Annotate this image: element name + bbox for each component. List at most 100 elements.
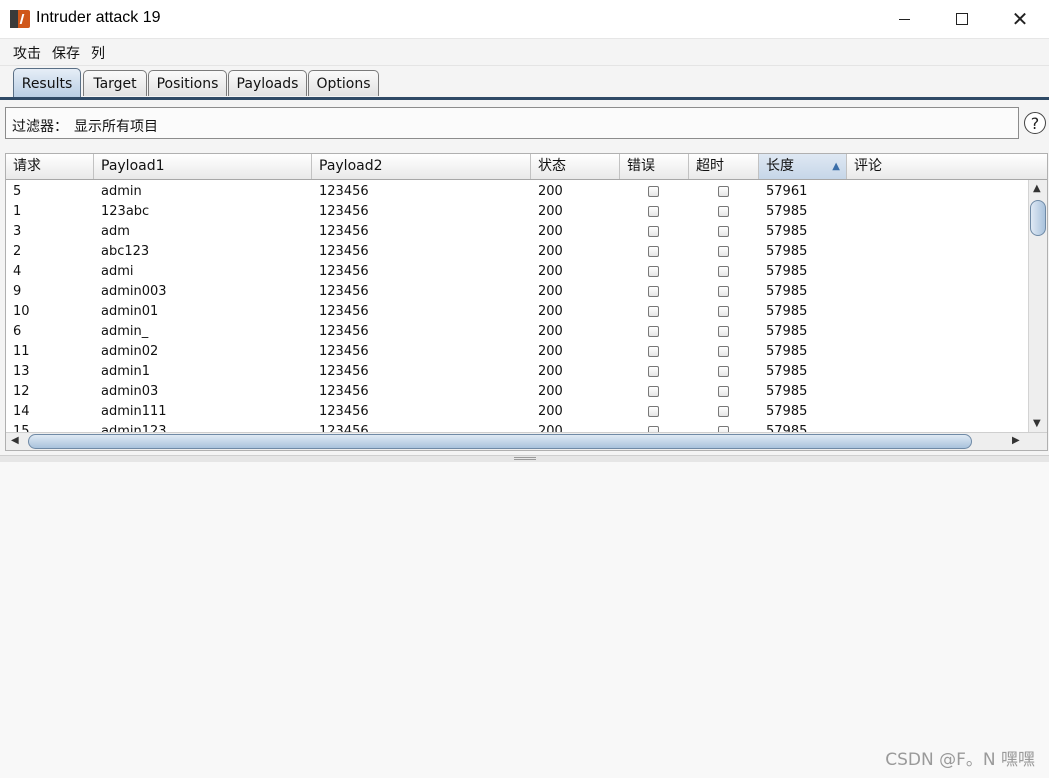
cell-request: 5 — [13, 184, 22, 199]
menu-save[interactable]: 保存 — [52, 43, 80, 63]
timeout-checkbox — [718, 286, 729, 297]
cell-length: 57985 — [766, 424, 808, 432]
error-checkbox — [648, 186, 659, 197]
timeout-checkbox — [718, 366, 729, 377]
cell-request: 12 — [13, 384, 30, 399]
cell-status: 200 — [538, 244, 563, 259]
error-checkbox — [648, 366, 659, 377]
scroll-up-icon[interactable]: ▲ — [1033, 183, 1041, 194]
tab-results[interactable]: Results — [13, 68, 81, 98]
help-icon[interactable]: ? — [1024, 112, 1046, 134]
table-row[interactable]: 6 admin_ 123456 200 57985 — [6, 322, 1027, 342]
table-row[interactable]: 5 admin 123456 200 57961 — [6, 182, 1027, 202]
cell-payload2: 123456 — [319, 264, 369, 279]
column-header-timeout[interactable]: 超时 — [689, 154, 759, 179]
table-row[interactable]: 3 adm 123456 200 57985 — [6, 222, 1027, 242]
burp-app-icon — [10, 10, 30, 28]
cell-payload1: abc123 — [101, 244, 150, 259]
cell-status: 200 — [538, 324, 563, 339]
menu-attack[interactable]: 攻击 — [13, 43, 41, 63]
cell-length: 57985 — [766, 284, 808, 299]
cell-status: 200 — [538, 204, 563, 219]
table-row[interactable]: 14 admin111 123456 200 57985 — [6, 402, 1027, 422]
cell-request: 15 — [13, 424, 30, 432]
watermark: CSDN @F。N 嘿嘿 — [885, 750, 1035, 770]
cell-status: 200 — [538, 184, 563, 199]
column-header-request[interactable]: 请求 — [6, 154, 94, 179]
cell-payload2: 123456 — [319, 304, 369, 319]
column-header-length[interactable]: 长度 ▲ — [759, 154, 847, 179]
cell-payload1: admin111 — [101, 404, 167, 419]
cell-length: 57985 — [766, 344, 808, 359]
scroll-down-icon[interactable]: ▼ — [1033, 418, 1041, 429]
cell-payload2: 123456 — [319, 284, 369, 299]
table-row[interactable]: 1 123abc 123456 200 57985 — [6, 202, 1027, 222]
tab-positions[interactable]: Positions — [148, 70, 227, 96]
cell-status: 200 — [538, 284, 563, 299]
tab-options[interactable]: Options — [308, 70, 379, 96]
table-row[interactable]: 10 admin01 123456 200 57985 — [6, 302, 1027, 322]
menu-bar: 攻击 保存 列 — [0, 39, 1049, 66]
cell-payload1: admin01 — [101, 304, 159, 319]
column-header-error[interactable]: 错误 — [620, 154, 689, 179]
cell-payload1: admin — [101, 184, 142, 199]
vertical-scrollbar[interactable]: ▲ ▼ — [1028, 180, 1047, 432]
sort-ascending-icon: ▲ — [832, 161, 840, 172]
cell-payload1: admi — [101, 264, 134, 279]
error-checkbox — [648, 206, 659, 217]
cell-status: 200 — [538, 404, 563, 419]
column-header-length-label: 长度 — [766, 158, 794, 174]
cell-length: 57985 — [766, 404, 808, 419]
title-bar: Intruder attack 19 ✕ — [0, 0, 1049, 39]
timeout-checkbox — [718, 226, 729, 237]
cell-status: 200 — [538, 384, 563, 399]
error-checkbox — [648, 386, 659, 397]
cell-length: 57961 — [766, 184, 808, 199]
horizontal-scroll-thumb[interactable] — [28, 434, 972, 449]
cell-length: 57985 — [766, 304, 808, 319]
maximize-button[interactable] — [933, 0, 991, 38]
table-body: 5 admin 123456 200 57961 1 123abc 123456 200 5798… — [6, 180, 1027, 432]
column-header-status[interactable]: 状态 — [531, 154, 620, 179]
table-row[interactable]: 15 admin123 123456 200 57985 — [6, 422, 1027, 432]
horizontal-scrollbar[interactable]: ◀ ▶ — [6, 432, 1047, 450]
close-icon: ✕ — [1011, 7, 1029, 31]
timeout-checkbox — [718, 206, 729, 217]
tab-target[interactable]: Target — [83, 70, 147, 96]
cell-payload1: admin1 — [101, 364, 151, 379]
scroll-right-icon[interactable]: ▶ — [1012, 435, 1020, 446]
table-row[interactable]: 2 abc123 123456 200 57985 — [6, 242, 1027, 262]
error-checkbox — [648, 306, 659, 317]
minimize-button[interactable] — [875, 0, 933, 38]
split-grip-icon[interactable] — [514, 457, 536, 460]
column-header-comment[interactable]: 评论 — [847, 154, 1047, 179]
error-checkbox — [648, 346, 659, 357]
cell-request: 14 — [13, 404, 30, 419]
vertical-scroll-thumb[interactable] — [1030, 200, 1046, 236]
timeout-checkbox — [718, 246, 729, 257]
cell-request: 11 — [13, 344, 30, 359]
cell-payload2: 123456 — [319, 384, 369, 399]
table-row[interactable]: 12 admin03 123456 200 57985 — [6, 382, 1027, 402]
filter-value: 显示所有项目 — [74, 119, 158, 135]
cell-request: 3 — [13, 224, 22, 239]
table-row[interactable]: 11 admin02 123456 200 57985 — [6, 342, 1027, 362]
tab-payloads[interactable]: Payloads — [228, 70, 307, 96]
cell-request: 2 — [13, 244, 22, 259]
error-checkbox — [648, 246, 659, 257]
cell-request: 9 — [13, 284, 22, 299]
column-header-payload2[interactable]: Payload2 — [312, 154, 531, 179]
scroll-left-icon[interactable]: ◀ — [11, 435, 19, 446]
column-header-payload1[interactable]: Payload1 — [94, 154, 312, 179]
close-button[interactable]: ✕ — [991, 0, 1049, 38]
maximize-icon — [956, 13, 968, 25]
filter-bar[interactable]: 过滤器： 显示所有项目 — [5, 107, 1019, 139]
tab-underline — [0, 97, 1049, 100]
cell-payload2: 123456 — [319, 364, 369, 379]
cell-status: 200 — [538, 224, 563, 239]
table-row[interactable]: 4 admi 123456 200 57985 — [6, 262, 1027, 282]
table-row[interactable]: 9 admin003 123456 200 57985 — [6, 282, 1027, 302]
menu-columns[interactable]: 列 — [91, 43, 105, 63]
timeout-checkbox — [718, 386, 729, 397]
table-row[interactable]: 13 admin1 123456 200 57985 — [6, 362, 1027, 382]
